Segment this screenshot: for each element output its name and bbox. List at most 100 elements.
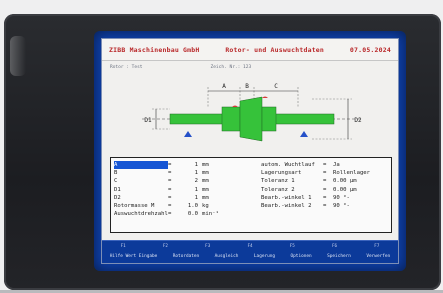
function-key-numbers: F1 F2 F3 F4 F5 F6 F7 xyxy=(102,241,398,250)
setting-eq: = xyxy=(323,202,327,209)
fkey-number: F7 xyxy=(374,243,380,248)
dimension-value[interactable]: 1 xyxy=(180,186,198,194)
setting-eq: = xyxy=(323,162,327,168)
setting-label: Lagerungsart xyxy=(261,170,302,177)
correction-plane-1 xyxy=(232,105,238,107)
dimension-row[interactable]: Rotormasse M = 1.0 kg xyxy=(114,202,244,210)
dimension-label: Rotormasse M xyxy=(114,202,155,209)
subheader: Rotor : Test Zeich. Nr.: 123 xyxy=(110,65,390,73)
dimension-row[interactable]: B = 1 mm xyxy=(114,169,244,177)
setting-eq: = xyxy=(323,194,327,201)
dimension-row[interactable]: D1 = 1 mm xyxy=(114,186,244,194)
dimension-eq: = xyxy=(168,162,172,168)
rotor-diagram-svg: A B C D1 D2 xyxy=(142,83,362,142)
rotor-collar-right xyxy=(261,106,277,132)
setting-value[interactable]: 0.00 µm xyxy=(333,177,371,185)
fkey-number: F2 xyxy=(162,243,168,248)
rotor-name: Rotor : Test xyxy=(110,65,143,70)
dimension-label: D2 xyxy=(114,194,121,201)
dimension-unit: mm xyxy=(202,186,209,193)
dimension-label: Auswuchtdrehzahl xyxy=(114,211,168,218)
dimension-row[interactable]: D2 = 1 mm xyxy=(114,194,244,202)
dimension-value[interactable]: 1.0 xyxy=(180,202,198,210)
parameter-panel: A = 1 mm B = 1 mm C = 2 mm D1 = 1 mm D2 = 1 mm Rotormasse M =… xyxy=(110,157,392,233)
bezel-glare xyxy=(10,36,26,76)
dimension-value[interactable]: 1 xyxy=(180,194,198,202)
dimension-unit: min⁻¹ xyxy=(202,211,219,218)
dimension-value[interactable]: 1 xyxy=(180,169,198,177)
setting-label: Toleranz 2 xyxy=(261,186,295,193)
setting-value[interactable]: Ja xyxy=(333,161,371,169)
dimension-unit: kg xyxy=(202,202,209,209)
dimension-eq: = xyxy=(168,186,172,193)
fkey-number: F4 xyxy=(247,243,253,248)
dimension-eq: = xyxy=(168,202,172,209)
setting-row[interactable]: autom. Wuchtlauf = Ja xyxy=(261,161,391,169)
setting-row[interactable]: Toleranz 1 = 0.00 µm xyxy=(261,177,391,185)
company-name: ZIBB Maschinenbau GmbH xyxy=(109,45,200,54)
dim-label-d2: D2 xyxy=(354,117,362,124)
rotor-body xyxy=(239,96,263,142)
application-window: ZIBB Maschinenbau GmbH Rotor- und Auswuc… xyxy=(101,38,399,264)
setting-value[interactable]: Rollenlager xyxy=(333,169,371,177)
dimension-row[interactable]: A = 1 mm xyxy=(114,161,244,170)
correction-plane-2 xyxy=(262,96,268,98)
fkey-button[interactable]: Rotordaten xyxy=(171,253,201,260)
date-display: 07.05.2024 xyxy=(349,45,391,54)
dimension-label: A xyxy=(114,161,168,170)
dimension-unit: mm xyxy=(202,194,209,201)
fkey-button[interactable]: Ausgleich xyxy=(213,253,241,260)
fkey-button[interactable]: Optionen xyxy=(289,253,314,260)
setting-eq: = xyxy=(323,186,327,193)
dim-label-d1: D1 xyxy=(144,117,152,124)
bearing-left-icon xyxy=(184,131,192,137)
setting-value[interactable]: 0.00 µm xyxy=(333,186,371,194)
setting-value[interactable]: 90 °- xyxy=(333,194,371,202)
setting-value[interactable]: 90 °- xyxy=(333,202,371,210)
dimension-row[interactable]: Auswuchtdrehzahl = 0.0 min⁻¹ xyxy=(114,210,244,218)
dimension-label: C xyxy=(114,178,118,185)
dimension-value[interactable]: 1 xyxy=(180,161,198,169)
setting-row[interactable]: Bearb.-winkel 1 = 90 °- xyxy=(261,194,391,202)
fkey-button[interactable]: Hilfe Wert Eingabe xyxy=(108,253,160,260)
dimension-eq: = xyxy=(168,170,172,177)
dimension-eq: = xyxy=(168,178,172,185)
crt-screen: ZIBB Maschinenbau GmbH Rotor- und Auswuc… xyxy=(94,31,406,271)
fkey-number: F6 xyxy=(332,243,338,248)
dimension-label: D1 xyxy=(114,186,121,193)
fkey-number: F1 xyxy=(120,243,126,248)
balancing-settings-list: autom. Wuchtlauf = Ja Lagerungsart = Rollenla… xyxy=(261,161,391,210)
dimension-unit: mm xyxy=(202,178,209,185)
dim-label-a: A xyxy=(222,83,226,90)
dimension-row[interactable]: C = 2 mm xyxy=(114,177,244,185)
fkey-button[interactable]: Lagerung xyxy=(252,253,277,260)
function-key-labels: Hilfe Wert Eingabe Rotordaten Ausgleich Lag… xyxy=(102,250,398,262)
dimension-unit: mm xyxy=(202,170,209,177)
rotor-collar-left xyxy=(221,106,241,132)
screen-title: Rotor- und Auswuchtdaten xyxy=(225,45,325,54)
setting-label: Bearb.-winkel 1 xyxy=(261,194,312,201)
setting-eq: = xyxy=(323,178,327,185)
drawing-number: Zeich. Nr.: 123 xyxy=(210,65,252,70)
fkey-number: F5 xyxy=(289,243,295,248)
setting-row[interactable]: Lagerungsart = Rollenlager xyxy=(261,169,391,177)
setting-label: Bearb.-winkel 2 xyxy=(261,202,312,209)
setting-row[interactable]: Toleranz 2 = 0.00 µm xyxy=(261,186,391,194)
fkey-number: F3 xyxy=(205,243,211,248)
function-key-bar: F1 F2 F3 F4 F5 F6 F7 Hilfe Wert Eingabe Rotorda… xyxy=(102,240,398,263)
fkey-button[interactable]: Verwerfen xyxy=(364,253,392,260)
dimension-unit: mm xyxy=(202,162,209,168)
dimension-value[interactable]: 2 xyxy=(180,177,198,185)
dimension-label: B xyxy=(114,170,118,177)
rotor-dimension-list: A = 1 mm B = 1 mm C = 2 mm D1 = 1 mm D2 = 1 mm Rotormasse M =… xyxy=(114,161,244,218)
title-bar: ZIBB Maschinenbau GmbH Rotor- und Auswuc… xyxy=(102,39,398,61)
setting-eq: = xyxy=(323,170,327,177)
dimension-eq: = xyxy=(168,211,172,218)
fkey-button[interactable]: Speichern xyxy=(325,253,353,260)
setting-label: autom. Wuchtlauf xyxy=(261,162,315,168)
dimension-value[interactable]: 0.0 xyxy=(180,210,198,218)
dim-label-c: C xyxy=(274,83,278,90)
setting-row[interactable]: Bearb.-winkel 2 = 90 °- xyxy=(261,202,391,210)
dim-label-b: B xyxy=(245,83,249,90)
bearing-right-icon xyxy=(300,131,308,137)
